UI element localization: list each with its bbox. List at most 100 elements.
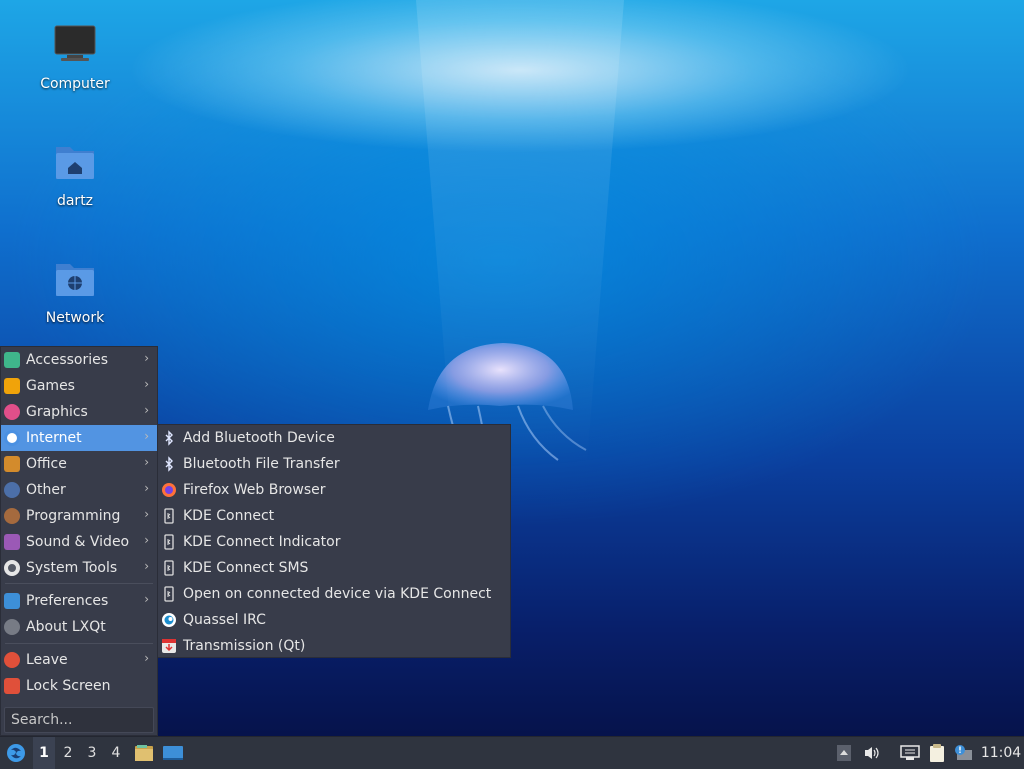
menu-item-label: Other [26, 482, 66, 498]
transmission-icon [162, 639, 176, 653]
clock[interactable]: 11:04 [978, 737, 1024, 769]
submenu-item-label: Quassel IRC [183, 612, 266, 628]
menu-item-label: Office [26, 456, 67, 472]
computer-icon [54, 25, 96, 61]
submenu-item-kde-connect-indicator[interactable]: KDE Connect Indicator [158, 529, 510, 555]
submenu-item-kde-connect-sms[interactable]: KDE Connect SMS [158, 555, 510, 581]
submenu-item-label: Firefox Web Browser [183, 482, 326, 498]
network-folder-icon [56, 264, 94, 296]
menu-item-system-tools[interactable]: System Tools › [1, 555, 157, 581]
menu-item-preferences[interactable]: Preferences › [1, 588, 157, 614]
menu-item-accessories[interactable]: Accessories › [1, 347, 157, 373]
lock-icon [4, 678, 20, 694]
submenu-item-open-on-device[interactable]: Open on connected device via KDE Connect [158, 581, 510, 607]
updates-tray-button[interactable] [951, 737, 975, 769]
menu-item-label: Lock Screen [26, 678, 111, 694]
desktop-icon-network[interactable]: Network [25, 256, 125, 326]
network-wired-icon [900, 745, 920, 760]
desktop-icon-label: Network [45, 310, 105, 326]
desktop-switch-1[interactable]: 1 [33, 737, 55, 769]
submenu-item-label: Transmission (Qt) [183, 638, 306, 654]
menu-item-label: Preferences [26, 593, 109, 609]
chevron-right-icon: › [144, 651, 149, 665]
menu-item-label: Internet [26, 430, 82, 446]
kdeconnect-icon [164, 560, 174, 576]
network-tray-button[interactable] [898, 737, 922, 769]
desktop-icon-computer[interactable]: Computer [25, 22, 125, 92]
tray-expand-button[interactable] [834, 737, 854, 769]
desktop-icon-label: Computer [40, 76, 110, 92]
menu-separator [5, 643, 153, 644]
graphics-icon [4, 404, 20, 420]
firefox-icon [162, 483, 176, 497]
kdeconnect-icon [164, 586, 174, 602]
menu-item-programming[interactable]: Programming › [1, 503, 157, 529]
chevron-right-icon: › [144, 559, 149, 573]
chevron-right-icon: › [144, 403, 149, 417]
internet-icon [4, 430, 20, 446]
chevron-right-icon: › [144, 481, 149, 495]
bluetooth-icon [165, 430, 173, 446]
menu-item-label: Leave [26, 652, 68, 668]
file-manager-launcher[interactable] [132, 737, 156, 769]
desktop-switch-3[interactable]: 3 [81, 737, 103, 769]
menu-item-label: Programming [26, 508, 121, 524]
bluetooth-icon [165, 456, 173, 472]
menu-item-about[interactable]: About LXQt [1, 614, 157, 640]
desktop-icon-home-folder[interactable]: dartz [25, 139, 125, 209]
lxqt-menu-button[interactable] [4, 737, 28, 769]
chevron-right-icon: › [144, 455, 149, 469]
menu-item-lock-screen[interactable]: Lock Screen [1, 673, 157, 699]
office-icon [4, 456, 20, 472]
arrow-up-icon [837, 745, 851, 761]
chevron-right-icon: › [144, 592, 149, 606]
chevron-right-icon: › [144, 507, 149, 521]
menu-item-label: Games [26, 378, 75, 394]
submenu-item-quassel[interactable]: Quassel IRC [158, 607, 510, 633]
menu-item-office[interactable]: Office › [1, 451, 157, 477]
desktop-switch-2[interactable]: 2 [57, 737, 79, 769]
submenu-item-kde-connect[interactable]: KDE Connect [158, 503, 510, 529]
chevron-right-icon: › [144, 429, 149, 443]
menu-item-leave[interactable]: Leave › [1, 647, 157, 673]
home-folder-icon [56, 147, 94, 179]
chevron-right-icon: › [144, 351, 149, 365]
preferences-icon [4, 593, 20, 609]
menu-item-label: Accessories [26, 352, 109, 368]
menu-item-label: Sound & Video [26, 534, 130, 550]
clipboard-tray-button[interactable] [925, 737, 949, 769]
submenu-item-bluetooth-file-transfer[interactable]: Bluetooth File Transfer [158, 451, 510, 477]
accessories-icon [4, 352, 20, 368]
submenu-item-add-bluetooth[interactable]: Add Bluetooth Device [158, 425, 510, 451]
menu-item-games[interactable]: Games › [1, 373, 157, 399]
submenu-item-label: KDE Connect [183, 508, 275, 524]
volume-button[interactable] [860, 737, 884, 769]
games-icon [4, 378, 20, 394]
internet-submenu: Add Bluetooth Device Bluetooth File Tran… [157, 424, 511, 658]
menu-item-label: System Tools [26, 560, 118, 576]
menu-search-input[interactable]: Search... [4, 707, 154, 733]
submenu-item-label: Add Bluetooth Device [183, 430, 335, 446]
sound-video-icon [4, 534, 20, 550]
submenu-item-label: KDE Connect SMS [183, 560, 309, 576]
update-notification-icon [955, 745, 972, 760]
power-icon [4, 652, 20, 668]
programming-icon [4, 508, 20, 524]
taskbar: 1 2 3 4 11:04 [0, 736, 1024, 769]
menu-item-other[interactable]: Other › [1, 477, 157, 503]
menu-item-graphics[interactable]: Graphics › [1, 399, 157, 425]
desktop-switch-4[interactable]: 4 [105, 737, 127, 769]
submenu-item-transmission[interactable]: Transmission (Qt) [158, 633, 510, 659]
show-desktop-button[interactable] [160, 737, 186, 769]
menu-item-sound-video[interactable]: Sound & Video › [1, 529, 157, 555]
system-tools-icon [4, 560, 20, 576]
menu-separator [5, 583, 153, 584]
submenu-item-label: Open on connected device via KDE Connect [183, 586, 492, 602]
speaker-icon [865, 747, 879, 759]
menu-item-internet[interactable]: Internet › [1, 425, 157, 451]
submenu-item-firefox[interactable]: Firefox Web Browser [158, 477, 510, 503]
submenu-item-label: KDE Connect Indicator [183, 534, 341, 550]
lxqt-logo-icon [7, 744, 25, 762]
chevron-right-icon: › [144, 377, 149, 391]
chevron-right-icon: › [144, 533, 149, 547]
